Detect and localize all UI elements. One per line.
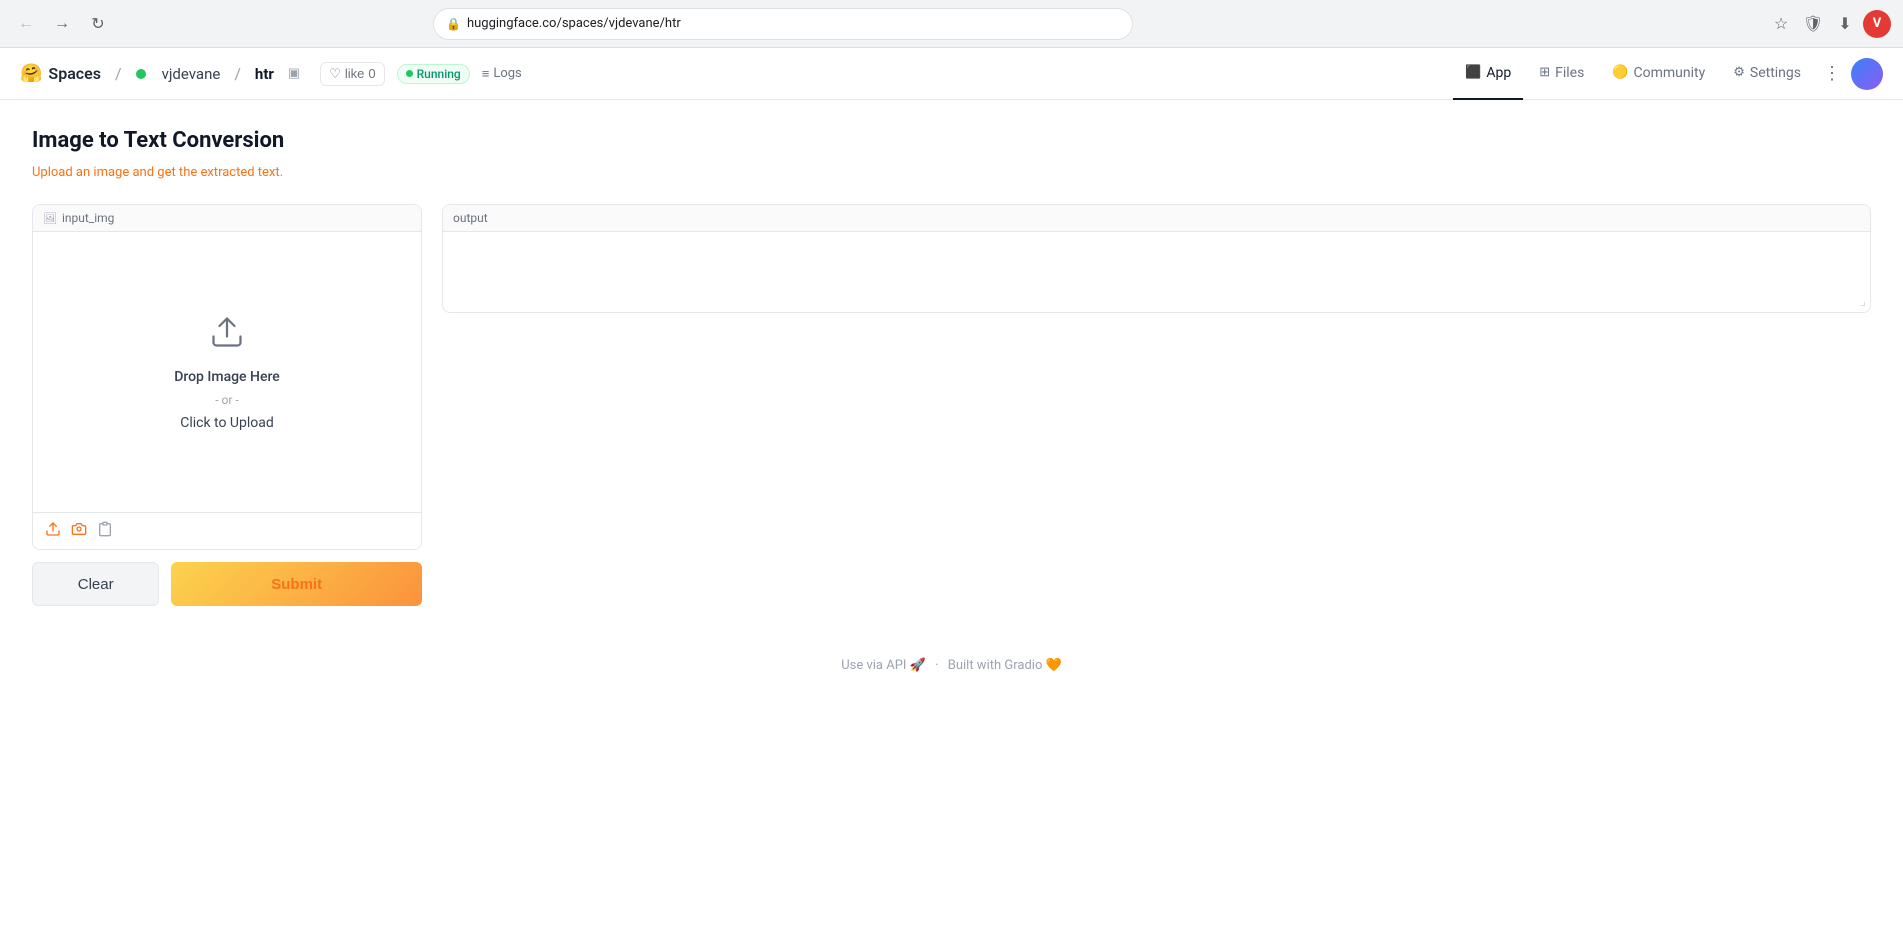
nav-separator: / — [115, 64, 122, 83]
spaces-emoji: 🤗 — [20, 63, 42, 84]
camera-toolbar-icon[interactable] — [71, 521, 87, 541]
logs-icon: ≡ — [482, 66, 490, 82]
input-panel-toolbar — [33, 512, 421, 549]
tab-files-label: Files — [1555, 65, 1584, 81]
browser-right-icons: ☆ 🛡 ⬇ V — [1767, 10, 1891, 38]
nav-reponame: htr — [255, 65, 274, 83]
upload-icon — [209, 314, 245, 357]
spaces-label: Spaces — [48, 64, 101, 83]
bookmark-button[interactable]: ☆ — [1767, 10, 1795, 38]
output-panel-header: output — [443, 205, 1870, 232]
settings-icon: ⚙ — [1733, 65, 1745, 80]
more-options-button[interactable]: ⋮ — [1817, 59, 1847, 88]
logs-button[interactable]: ≡ Logs — [482, 66, 522, 82]
running-dot — [406, 70, 413, 77]
image-icon: 🖼 — [43, 212, 57, 225]
like-button[interactable]: ♡ like 0 — [320, 62, 384, 86]
gradio-emoji: 🧡 — [1046, 658, 1062, 673]
app-layout: 🖼 input_img Drop Image Here - or - Click… — [32, 204, 1871, 606]
page-subtitle: Upload an image and get the extracted te… — [32, 165, 1871, 180]
forward-button[interactable]: → — [48, 10, 76, 38]
output-panel-body[interactable]: ⌟ — [443, 232, 1870, 312]
input-panel-inner: 🖼 input_img Drop Image Here - or - Click… — [32, 204, 422, 550]
clipboard-toolbar-icon[interactable] — [97, 521, 113, 541]
heart-icon: ♡ — [329, 66, 341, 82]
upload-toolbar-icon[interactable] — [45, 521, 61, 541]
drop-main-text: Drop Image Here — [174, 369, 280, 385]
url-text: huggingface.co/spaces/vjdevane/htr — [467, 16, 1120, 31]
nav-slash: / — [234, 64, 241, 83]
tab-community-label: Community — [1634, 65, 1706, 81]
input-panel: 🖼 input_img Drop Image Here - or - Click… — [32, 204, 422, 606]
running-label: Running — [417, 67, 461, 81]
drop-click-text: Click to Upload — [180, 415, 274, 431]
like-label: like — [345, 66, 365, 81]
api-emoji: 🚀 — [910, 658, 926, 673]
tab-community[interactable]: 🟡 Community — [1600, 48, 1717, 100]
profile-avatar[interactable] — [1851, 58, 1883, 90]
user-status-dot — [136, 69, 146, 79]
reload-button[interactable]: ↻ — [84, 10, 112, 38]
copy-icon[interactable]: ▣ — [288, 66, 300, 81]
app-icon: ⬛ — [1465, 65, 1481, 80]
footer: Use via API 🚀 · Built with Gradio 🧡 — [0, 626, 1903, 689]
tab-app[interactable]: ⬛ App — [1453, 48, 1523, 100]
app-navbar: 🤗 Spaces / vjdevane / htr ▣ ♡ like 0 Run… — [0, 48, 1903, 100]
tab-files[interactable]: ⊞ Files — [1527, 48, 1596, 100]
output-panel: output ⌟ — [442, 204, 1871, 313]
nav-tabs: ⬛ App ⊞ Files 🟡 Community ⚙ Settings ⋮ — [1453, 48, 1883, 100]
browser-user-avatar[interactable]: V — [1863, 10, 1891, 38]
clear-button[interactable]: Clear — [32, 562, 159, 606]
drop-or-text: - or - — [215, 393, 239, 407]
nav-username: vjdevane — [162, 65, 221, 83]
output-label: output — [453, 211, 488, 225]
api-label: Use via API — [841, 658, 906, 673]
community-icon: 🟡 — [1612, 65, 1628, 80]
spaces-logo[interactable]: 🤗 Spaces — [20, 63, 101, 84]
back-button[interactable]: ← — [12, 10, 40, 38]
built-label: Built with Gradio — [948, 658, 1043, 673]
resize-handle[interactable]: ⌟ — [1860, 294, 1866, 308]
input-panel-label: input_img — [62, 211, 114, 225]
footer-dot: · — [935, 658, 938, 673]
page-title: Image to Text Conversion — [32, 128, 1871, 153]
main-content: Image to Text Conversion Upload an image… — [0, 100, 1903, 626]
running-badge: Running — [397, 64, 470, 84]
action-buttons: Clear Submit — [32, 562, 422, 606]
browser-chrome: ← → ↻ 🔒 huggingface.co/spaces/vjdevane/h… — [0, 0, 1903, 48]
address-bar[interactable]: 🔒 huggingface.co/spaces/vjdevane/htr — [433, 8, 1133, 40]
drop-zone[interactable]: Drop Image Here - or - Click to Upload — [33, 232, 421, 512]
files-icon: ⊞ — [1539, 65, 1550, 80]
download-button[interactable]: ⬇ — [1831, 10, 1859, 38]
extension-button[interactable]: 🛡 — [1799, 10, 1827, 38]
tab-app-label: App — [1486, 65, 1511, 81]
like-count: 0 — [368, 66, 375, 81]
secure-icon: 🔒 — [446, 17, 461, 31]
logs-label: Logs — [493, 66, 521, 81]
input-panel-header: 🖼 input_img — [33, 205, 421, 232]
tab-settings-label: Settings — [1750, 65, 1801, 81]
submit-button[interactable]: Submit — [171, 562, 422, 606]
tab-settings[interactable]: ⚙ Settings — [1721, 48, 1813, 100]
